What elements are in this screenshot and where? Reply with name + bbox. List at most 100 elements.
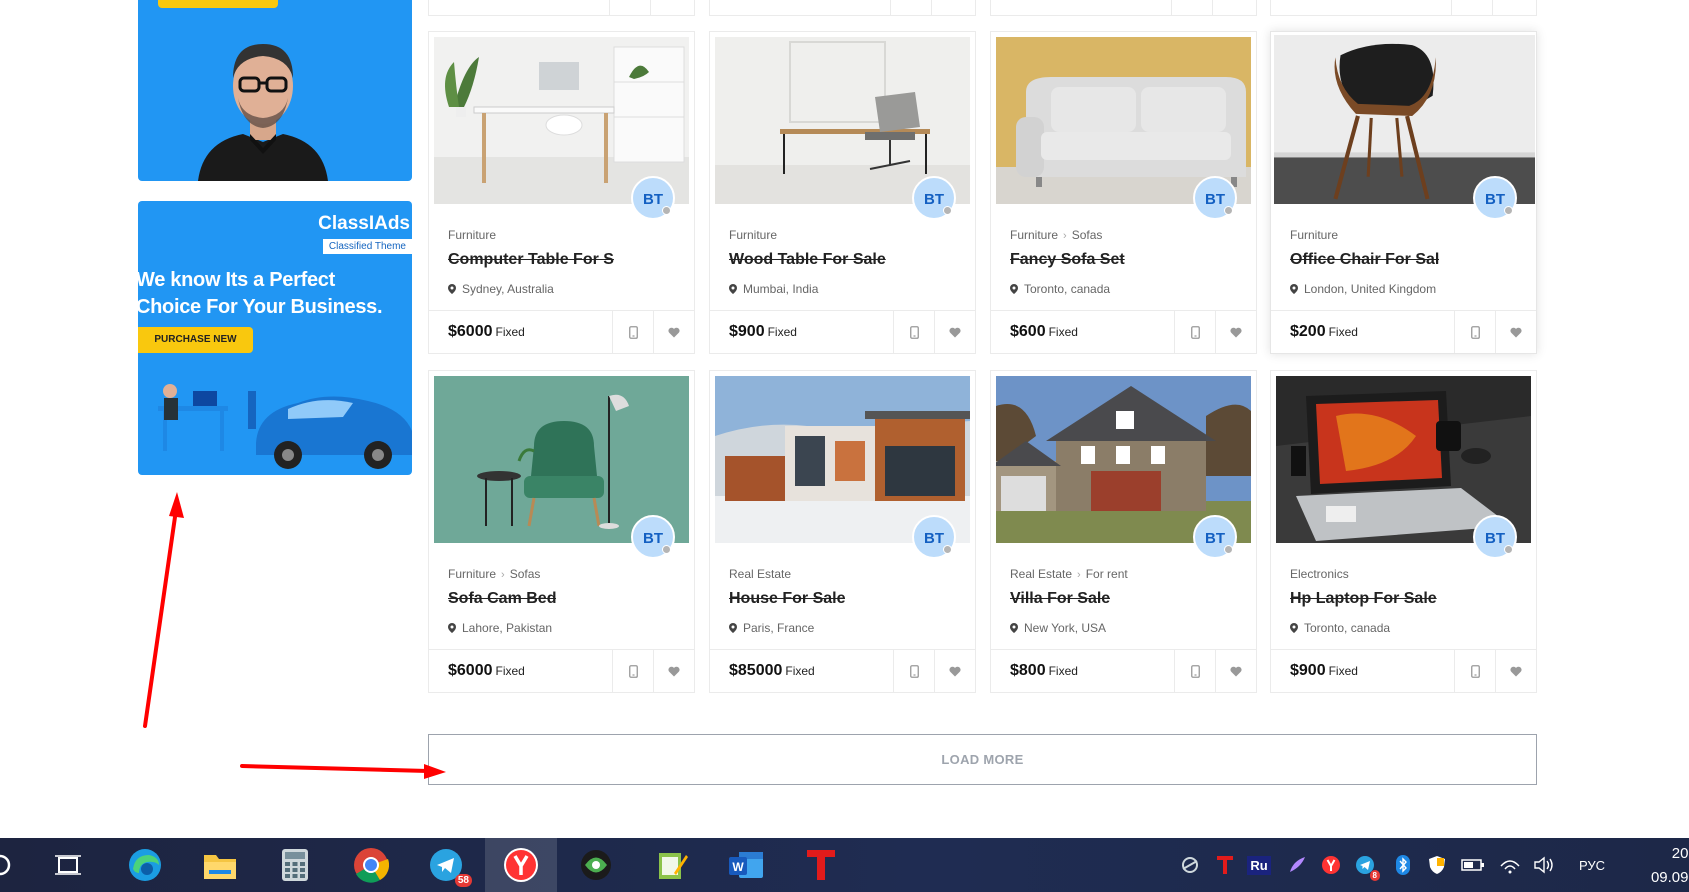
category-label[interactable]: Furniture — [1290, 228, 1338, 242]
favorite-button[interactable] — [653, 311, 694, 353]
chrome-icon[interactable] — [351, 845, 391, 885]
system-clock[interactable]: 20:3 09.09.2 — [1651, 842, 1689, 890]
tray-telegram-icon[interactable]: 8 — [1354, 852, 1380, 881]
file-explorer-icon[interactable] — [200, 845, 240, 885]
listing-card[interactable]: BT Real Estate House For Sale Paris, Fra… — [709, 370, 976, 693]
edge-browser-icon[interactable] — [125, 845, 165, 885]
tray-ru-icon[interactable]: Ru — [1246, 852, 1272, 878]
listing-title[interactable]: Villa For Sale — [1010, 590, 1110, 608]
favorite-button[interactable] — [1495, 650, 1536, 692]
listing-card[interactable]: BT Furniture › Sofas Sofa Cam Bed Lahore, … — [428, 370, 695, 693]
listing-card[interactable]: BT Furniture › Sofas Fancy Sofa Set Toront… — [990, 31, 1257, 354]
subcategory-label[interactable]: Sofas — [1072, 228, 1103, 242]
listing-card[interactable]: BT Electronics Hp Laptop For Sale Toront… — [1270, 370, 1537, 693]
listing-price: $6000 Fixed — [448, 323, 525, 340]
favorite-button[interactable] — [934, 650, 975, 692]
favorite-button[interactable] — [1215, 650, 1256, 692]
category-breadcrumb[interactable]: Furniture › Sofas — [448, 567, 540, 581]
app-icon-green[interactable] — [576, 845, 616, 885]
phone-button[interactable] — [1174, 650, 1215, 692]
category-label[interactable]: Real Estate — [1010, 567, 1072, 581]
category-breadcrumb[interactable]: Furniture — [448, 228, 496, 242]
author-avatar[interactable]: BT — [1473, 176, 1517, 220]
listing-title[interactable]: Office Chair For Sal — [1290, 251, 1439, 269]
listing-title[interactable]: Sofa Cam Bed — [448, 590, 556, 608]
listing-price: $6000 Fixed — [448, 662, 525, 679]
listing-card[interactable]: BT Furniture Wood Table For Sale Mumbai,… — [709, 31, 976, 354]
listing-card[interactable]: BT Real Estate › For rent Villa For Sale N… — [990, 370, 1257, 693]
category-label[interactable]: Real Estate — [729, 567, 791, 581]
category-label[interactable]: Electronics — [1290, 567, 1349, 581]
price-type: Fixed — [785, 664, 815, 678]
tray-red-t-icon[interactable] — [1214, 852, 1236, 878]
listing-title[interactable]: House For Sale — [729, 590, 845, 608]
tray-yandex-icon[interactable] — [1320, 852, 1342, 878]
favorite-button[interactable] — [1215, 311, 1256, 353]
bluetooth-icon[interactable] — [1394, 852, 1412, 878]
author-avatar[interactable]: BT — [912, 176, 956, 220]
category-label[interactable]: Furniture — [1010, 228, 1058, 242]
author-avatar[interactable]: BT — [1193, 176, 1237, 220]
tray-app-icon[interactable] — [1178, 852, 1202, 878]
sidebar-ad-person[interactable] — [138, 0, 412, 181]
category-label[interactable]: Furniture — [448, 567, 496, 581]
phone-button[interactable] — [893, 311, 934, 353]
listing-title[interactable]: Computer Table For S — [448, 251, 614, 269]
notepad-icon[interactable] — [652, 845, 692, 885]
category-breadcrumb[interactable]: Electronics — [1290, 567, 1349, 581]
keyboard-language[interactable]: РУС — [1570, 852, 1614, 878]
listing-title[interactable]: Hp Laptop For Sale — [1290, 590, 1437, 608]
phone-button[interactable] — [1174, 311, 1215, 353]
phone-button[interactable] — [612, 311, 653, 353]
author-avatar[interactable]: BT — [912, 515, 956, 559]
listing-card[interactable]: BT Furniture Computer Table For S Sydney… — [428, 31, 695, 354]
telegram-unread-badge: 58 — [454, 874, 472, 887]
listing-title[interactable]: Wood Table For Sale — [729, 251, 886, 269]
search-icon[interactable] — [0, 845, 20, 885]
listing-card[interactable]: BT Furniture Office Chair For Sal London… — [1270, 31, 1537, 354]
listing-title[interactable]: Fancy Sofa Set — [1010, 251, 1125, 269]
listing-location: London, United Kingdom — [1290, 282, 1436, 296]
listing-price: $600 Fixed — [1010, 323, 1078, 340]
app-icon-red-t[interactable] — [801, 845, 841, 885]
task-view-icon[interactable] — [48, 845, 88, 885]
category-breadcrumb[interactable]: Furniture — [729, 228, 777, 242]
author-avatar[interactable]: BT — [1473, 515, 1517, 559]
author-avatar[interactable]: BT — [631, 176, 675, 220]
word-icon[interactable]: W — [726, 845, 766, 885]
sidebar-ad-banner[interactable]: ClassIAds Classified Theme We know Its a… — [138, 201, 412, 475]
phone-button[interactable] — [893, 650, 934, 692]
wifi-icon[interactable] — [1498, 852, 1522, 878]
phone-button[interactable] — [1454, 311, 1495, 353]
listing-location: Sydney, Australia — [448, 282, 554, 296]
favorite-button[interactable] — [934, 311, 975, 353]
telegram-icon[interactable]: 58 — [426, 845, 472, 887]
card-footer: $900 Fixed — [710, 310, 975, 353]
ad-brand: ClassIAds — [318, 213, 410, 234]
volume-icon[interactable] — [1532, 852, 1556, 878]
category-label[interactable]: Furniture — [729, 228, 777, 242]
tray-feather-icon[interactable] — [1286, 852, 1308, 878]
purchase-new-button[interactable]: PURCHASE NEW — [138, 327, 253, 353]
security-shield-icon[interactable] — [1426, 852, 1448, 878]
listing-price: $900 Fixed — [729, 323, 797, 340]
author-avatar[interactable]: BT — [1193, 515, 1237, 559]
phone-button[interactable] — [1454, 650, 1495, 692]
subcategory-label[interactable]: For rent — [1086, 567, 1128, 581]
category-breadcrumb[interactable]: Furniture — [1290, 228, 1338, 242]
favorite-button[interactable] — [1495, 311, 1536, 353]
battery-icon[interactable] — [1460, 852, 1486, 878]
favorite-button[interactable] — [653, 650, 694, 692]
phone-button[interactable] — [612, 650, 653, 692]
category-breadcrumb[interactable]: Real Estate — [729, 567, 791, 581]
category-breadcrumb[interactable]: Real Estate › For rent — [1010, 567, 1128, 581]
author-avatar[interactable]: BT — [631, 515, 675, 559]
category-breadcrumb[interactable]: Furniture › Sofas — [1010, 228, 1102, 242]
load-more-button[interactable]: LOAD MORE — [428, 734, 1537, 785]
card-footer: $800 Fixed — [991, 649, 1256, 692]
yandex-browser-icon[interactable] — [485, 838, 557, 892]
calculator-icon[interactable] — [275, 845, 315, 885]
card-footer: $900 Fixed — [1271, 649, 1536, 692]
subcategory-label[interactable]: Sofas — [510, 567, 541, 581]
category-label[interactable]: Furniture — [448, 228, 496, 242]
